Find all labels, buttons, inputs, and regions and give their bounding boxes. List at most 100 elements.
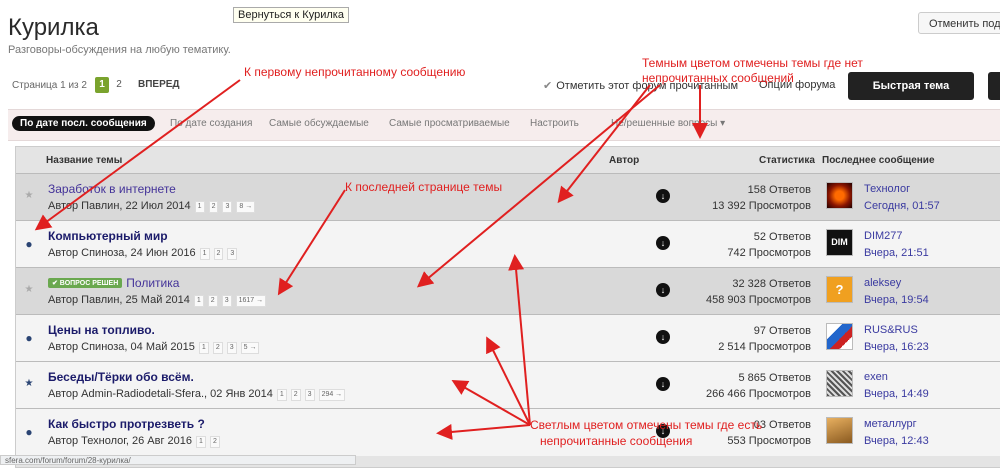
filter-customize[interactable]: Настроить	[530, 118, 579, 129]
last-page-link[interactable]: 8 →	[236, 201, 256, 213]
filter-most-discussed[interactable]: Самые обсуждаемые	[269, 118, 369, 129]
page-2-link[interactable]: 2	[112, 77, 126, 93]
topic-title[interactable]: Беседы/Тёрки обо всём.	[48, 370, 194, 384]
page-link[interactable]: 1	[196, 436, 206, 448]
last-post-time[interactable]: Сегодня, 01:57	[864, 200, 940, 212]
topic-title[interactable]: Заработок в интернете	[48, 182, 176, 196]
quick-topic-button[interactable]: Быстрая тема	[848, 72, 974, 100]
download-icon[interactable]: ↓	[656, 236, 670, 250]
last-page-link[interactable]: 294 →	[318, 389, 346, 401]
topic-author: Автор Технолог, 26 Авг 2016	[48, 435, 193, 447]
table-row: ★ ✔ ВОПРОС РЕШЕН Политика Автор Павлин, 2…	[16, 267, 1000, 315]
last-poster[interactable]: Технолог	[864, 183, 910, 195]
table-row: ● Цены на топливо. Автор Спиноза, 04 Май…	[16, 314, 1000, 362]
topic-meta: Автор Спиноза, 24 Июн 2016 1 2 3	[48, 247, 238, 260]
avatar[interactable]	[826, 323, 853, 350]
page-link[interactable]: 1	[276, 389, 287, 401]
page-link[interactable]: 3	[221, 295, 232, 307]
page-link[interactable]: 1	[194, 201, 205, 213]
annotation-last-page: К последней странице темы	[345, 180, 503, 194]
filter-by-created[interactable]: По дате создания	[170, 118, 252, 129]
topic-title[interactable]: Компьютерный мир	[48, 229, 168, 243]
star-icon[interactable]: ★	[24, 284, 34, 295]
col-author[interactable]: Автор	[609, 155, 639, 166]
unfollow-button[interactable]: Отменить подп	[918, 12, 1000, 34]
page-link[interactable]: 2	[209, 436, 220, 448]
filter-most-viewed[interactable]: Самые просматриваемые	[389, 118, 510, 129]
last-poster[interactable]: RUS&RUS	[864, 324, 918, 336]
next-page-link[interactable]: ВПЕРЕД	[138, 77, 180, 93]
col-stats[interactable]: Статистика	[759, 155, 815, 166]
filter-solved[interactable]: Не/решенные вопросы ▾	[611, 118, 725, 129]
avatar[interactable]: ?	[826, 276, 853, 303]
page-link[interactable]: 2	[290, 389, 301, 401]
avatar[interactable]: DIM	[826, 229, 853, 256]
page-link[interactable]: 2	[207, 295, 218, 307]
download-icon[interactable]: ↓	[656, 283, 670, 297]
check-icon: ✔	[543, 80, 553, 92]
page-link[interactable]: 1	[198, 342, 209, 354]
table-row: ★ Беседы/Тёрки обо всём. Автор Admin-Rad…	[16, 361, 1000, 409]
last-post-time[interactable]: Вчера, 21:51	[864, 247, 929, 259]
views-count: 2 514 Просмотров	[718, 341, 811, 353]
topic-author: Автор Павлин, 22 Июл 2014	[48, 200, 191, 212]
topic-title[interactable]: Как быстро протрезветь ?	[48, 417, 205, 431]
topic-table: Название темы Автор Статистика Последнее…	[15, 146, 1000, 468]
page-link[interactable]: 1	[199, 248, 210, 260]
replies-count: 52 Ответов	[753, 231, 811, 243]
last-post-time[interactable]: Вчера, 12:43	[864, 435, 929, 447]
last-post-time[interactable]: Вчера, 19:54	[864, 294, 929, 306]
annotation-first-unread: К первому непрочитанному сообщению	[244, 65, 466, 79]
page-link[interactable]: 3	[227, 248, 238, 260]
col-topic[interactable]: Название темы	[46, 155, 122, 166]
col-last-post[interactable]: Последнее сообщение	[822, 155, 935, 166]
last-page-link[interactable]: 5 →	[240, 342, 260, 354]
unread-dot-icon[interactable]: ●	[24, 425, 34, 439]
table-row: ● Компьютерный мир Автор Спиноза, 24 Июн…	[16, 220, 1000, 268]
replies-count: 32 328 Ответов	[732, 278, 811, 290]
last-page-link[interactable]: 1617 →	[235, 295, 267, 307]
topic-meta: Автор Павлин, 25 Май 2014 1 2 3 1617 →	[48, 294, 267, 307]
download-icon[interactable]: ↓	[656, 330, 670, 344]
status-bar: sfera.com/forum/forum/28-курилка/	[0, 455, 356, 465]
page-link[interactable]: 2	[212, 342, 223, 354]
pager-label: Страница 1 из 2	[12, 80, 87, 91]
download-icon[interactable]: ↓	[656, 189, 670, 203]
page-link[interactable]: 1	[193, 295, 204, 307]
page-link[interactable]: 3	[304, 389, 315, 401]
last-poster[interactable]: aleksey	[864, 277, 901, 289]
unread-dot-icon[interactable]: ●	[24, 331, 34, 345]
more-button[interactable]	[988, 72, 1000, 100]
avatar[interactable]	[826, 370, 853, 397]
filter-bar: По дате посл. сообщения По дате создания…	[8, 109, 1000, 141]
topic-author: Автор Admin-Radiodetali-Sfera., 02 Янв 2…	[48, 388, 273, 400]
topic-title-link[interactable]: Политика	[126, 276, 179, 290]
topic-title[interactable]: Цены на топливо.	[48, 323, 155, 337]
page-link[interactable]: 3	[222, 201, 233, 213]
annotation-light-line1: Светлым цветом отмечены темы где есть	[530, 418, 763, 432]
last-poster[interactable]: exen	[864, 371, 888, 383]
download-icon[interactable]: ↓	[656, 377, 670, 391]
unread-dot-icon[interactable]: ●	[24, 237, 34, 251]
topic-meta: Автор Технолог, 26 Авг 2016 1 2	[48, 435, 220, 448]
avatar[interactable]	[826, 182, 853, 209]
page-1-link[interactable]: 1	[95, 77, 109, 93]
last-poster[interactable]: металлург	[864, 418, 917, 430]
star-icon[interactable]: ★	[24, 378, 34, 389]
star-icon[interactable]: ★	[24, 190, 34, 201]
last-post-time[interactable]: Вчера, 16:23	[864, 341, 929, 353]
topic-author: Автор Спиноза, 24 Июн 2016	[48, 247, 196, 259]
last-poster[interactable]: DIM277	[864, 230, 903, 242]
table-header: Название темы Автор Статистика Последнее…	[16, 147, 1000, 173]
page-link[interactable]: 3	[226, 342, 237, 354]
avatar[interactable]	[826, 417, 853, 444]
topic-meta: Автор Павлин, 22 Июл 2014 1 2 3 8 →	[48, 200, 256, 213]
filter-by-last-post[interactable]: По дате посл. сообщения	[12, 116, 155, 131]
page-link[interactable]: 2	[213, 248, 224, 260]
page-subtitle: Разговоры-обсуждения на любую тематику.	[8, 44, 231, 56]
topic-meta: Автор Admin-Radiodetali-Sfera., 02 Янв 2…	[48, 388, 346, 401]
last-post-time[interactable]: Вчера, 14:49	[864, 388, 929, 400]
replies-count: 03 Ответов	[753, 419, 811, 431]
views-count: 742 Просмотров	[727, 247, 811, 259]
page-link[interactable]: 2	[208, 201, 219, 213]
